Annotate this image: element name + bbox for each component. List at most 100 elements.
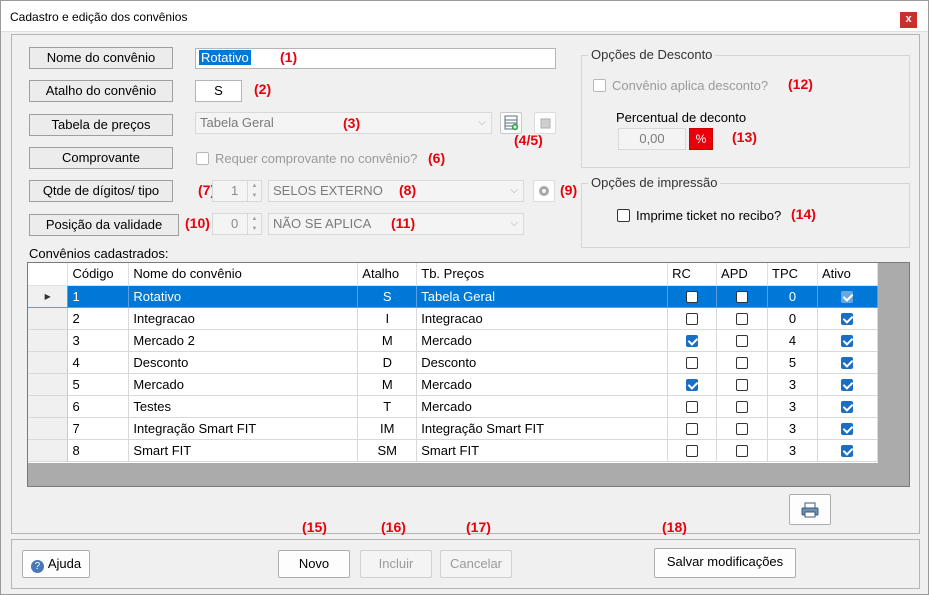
cell-ativo[interactable] (817, 417, 879, 440)
cell-codigo[interactable]: 1 (67, 285, 130, 308)
cell-atalho[interactable]: T (357, 395, 418, 418)
col-nome[interactable]: Nome do convênio (128, 263, 359, 286)
table-row[interactable]: 2 Integracao I Integracao 0 (28, 307, 879, 330)
cell-apd[interactable] (716, 329, 768, 352)
row-indicator[interactable] (28, 417, 69, 440)
cell-nome[interactable]: Testes (128, 395, 359, 418)
nome-input[interactable]: Rotativo (195, 48, 556, 69)
cell-tpc[interactable]: 0 (767, 285, 818, 308)
cell-codigo[interactable]: 6 (67, 395, 130, 418)
validade-spinner[interactable]: 0 ▲ ▼ (212, 213, 262, 235)
col-atalho[interactable]: Atalho (357, 263, 418, 286)
table-row[interactable]: 8 Smart FIT SM Smart FIT 3 (28, 439, 879, 462)
salvar-button[interactable]: Salvar modificações (654, 548, 796, 578)
checkbox-icon[interactable] (686, 313, 699, 326)
col-rc[interactable]: RC (667, 263, 718, 286)
cell-apd[interactable] (716, 439, 768, 462)
checkbox-icon[interactable] (686, 379, 699, 392)
comprovante-checkbox[interactable]: Requer comprovante no convênio? (196, 151, 417, 166)
cell-rc[interactable] (667, 329, 718, 352)
col-codigo[interactable]: Código (67, 263, 130, 286)
cell-atalho[interactable]: I (357, 307, 418, 330)
percent-icon[interactable]: % (689, 128, 713, 150)
aplica-desconto-checkbox[interactable]: Convênio aplica desconto? (593, 78, 768, 93)
digitos-tipo-combo[interactable]: SELOS EXTERNO ⌵ (268, 180, 524, 202)
cell-tpc[interactable]: 3 (767, 439, 818, 462)
cell-ativo[interactable] (817, 351, 879, 374)
table-row[interactable]: 4 Desconto D Desconto 5 (28, 351, 879, 374)
cell-ativo[interactable] (817, 373, 879, 396)
cell-ativo[interactable] (817, 439, 879, 462)
cell-nome[interactable]: Integração Smart FIT (128, 417, 359, 440)
cell-tpc[interactable]: 4 (767, 329, 818, 352)
cell-nome[interactable]: Rotativo (128, 285, 359, 308)
checkbox-icon[interactable] (736, 335, 749, 348)
print-button[interactable] (789, 494, 831, 525)
cell-atalho[interactable]: S (357, 285, 418, 308)
col-ativo[interactable]: Ativo (817, 263, 879, 286)
cell-apd[interactable] (716, 417, 768, 440)
cell-nome[interactable]: Mercado (128, 373, 359, 396)
checkbox-icon[interactable] (841, 291, 854, 304)
cell-tpc[interactable]: 0 (767, 307, 818, 330)
cell-tabela[interactable]: Desconto (416, 351, 669, 374)
cell-codigo[interactable]: 3 (67, 329, 130, 352)
cell-nome[interactable]: Desconto (128, 351, 359, 374)
table-row[interactable]: 3 Mercado 2 M Mercado 4 (28, 329, 879, 352)
cell-ativo[interactable] (817, 329, 879, 352)
table-row[interactable]: ▶ 1 Rotativo S Tabela Geral 0 (28, 285, 879, 308)
checkbox-icon[interactable] (686, 357, 699, 370)
cell-rc[interactable] (667, 439, 718, 462)
imprime-ticket-checkbox[interactable]: Imprime ticket no recibo? (617, 208, 781, 223)
cell-tabela[interactable]: Smart FIT (416, 439, 669, 462)
cell-rc[interactable] (667, 395, 718, 418)
digitos-label-button[interactable]: Qtde de dígitos/ tipo (29, 180, 173, 202)
close-button[interactable]: x (900, 12, 917, 28)
edit-table-button[interactable] (534, 112, 556, 134)
novo-button[interactable]: Novo (278, 550, 350, 578)
spinner-arrows-icon[interactable]: ▲ ▼ (247, 214, 261, 234)
checkbox-icon[interactable] (736, 423, 749, 436)
checkbox-icon[interactable] (736, 291, 749, 304)
cell-tabela[interactable]: Integracao (416, 307, 669, 330)
percentual-input[interactable]: 0,00 (618, 128, 686, 150)
cell-codigo[interactable]: 5 (67, 373, 130, 396)
table-row[interactable]: 7 Integração Smart FIT IM Integração Smart … (28, 417, 879, 440)
col-apd[interactable]: APD (716, 263, 768, 286)
checkbox-icon[interactable] (736, 445, 749, 458)
checkbox-icon[interactable] (686, 445, 699, 458)
cell-codigo[interactable]: 7 (67, 417, 130, 440)
col-tpc[interactable]: TPC (767, 263, 818, 286)
cell-apd[interactable] (716, 285, 768, 308)
row-indicator[interactable] (28, 307, 69, 330)
checkbox-icon[interactable] (686, 401, 699, 414)
checkbox-icon[interactable] (841, 401, 854, 414)
checkbox-icon[interactable] (841, 423, 854, 436)
checkbox-icon[interactable] (841, 313, 854, 326)
config-tipo-button[interactable] (533, 180, 555, 202)
row-indicator[interactable] (28, 439, 69, 462)
cell-rc[interactable] (667, 417, 718, 440)
ajuda-button[interactable]: ? Ajuda (22, 550, 90, 578)
cell-tabela[interactable]: Integração Smart FIT (416, 417, 669, 440)
cell-codigo[interactable]: 2 (67, 307, 130, 330)
cell-tabela[interactable]: Mercado (416, 329, 669, 352)
cell-tabela[interactable]: Mercado (416, 395, 669, 418)
checkbox-icon[interactable] (686, 291, 699, 304)
comprovante-label-button[interactable]: Comprovante (29, 147, 173, 169)
digitos-spinner[interactable]: 1 ▲ ▼ (212, 180, 262, 202)
row-indicator[interactable]: ▶ (28, 285, 69, 308)
checkbox-icon[interactable] (736, 313, 749, 326)
cell-codigo[interactable]: 4 (67, 351, 130, 374)
cell-atalho[interactable]: M (357, 373, 418, 396)
cell-nome[interactable]: Mercado 2 (128, 329, 359, 352)
checkbox-icon[interactable] (686, 423, 699, 436)
cell-atalho[interactable]: IM (357, 417, 418, 440)
cell-tpc[interactable]: 5 (767, 351, 818, 374)
nome-label-button[interactable]: Nome do convênio (29, 47, 173, 69)
cell-rc[interactable] (667, 373, 718, 396)
atalho-input[interactable]: S (195, 80, 242, 102)
cell-apd[interactable] (716, 395, 768, 418)
row-indicator[interactable] (28, 395, 69, 418)
cell-rc[interactable] (667, 307, 718, 330)
